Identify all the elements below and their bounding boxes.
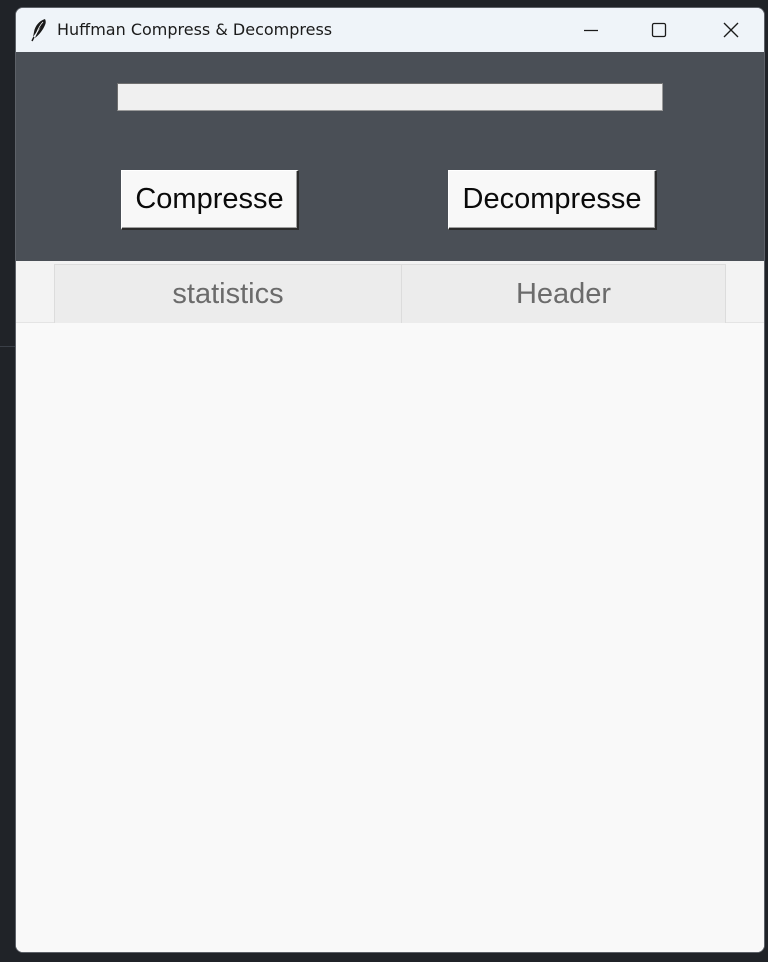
app-window: Huffman Compress & Decompress Compresse … [15,7,765,953]
decompress-button[interactable]: Decompresse [448,170,657,230]
minimize-icon [584,29,598,32]
file-path-input[interactable] [117,83,663,111]
control-panel: Compresse Decompresse [16,52,764,261]
maximize-icon [651,22,667,38]
close-icon [723,22,739,38]
background-divider [0,346,16,347]
results-notebook: statistics Header [16,261,764,952]
close-button[interactable] [708,8,754,52]
feather-icon [31,19,46,42]
maximize-button[interactable] [636,8,682,52]
tab-content-pane [16,323,764,952]
title-bar[interactable]: Huffman Compress & Decompress [16,8,764,52]
window-title: Huffman Compress & Decompress [57,20,333,39]
tab-statistics[interactable]: statistics [54,264,402,323]
compress-button[interactable]: Compresse [121,170,299,230]
tab-header[interactable]: Header [401,264,726,323]
tab-strip: statistics Header [16,261,764,323]
minimize-button[interactable] [568,8,614,52]
